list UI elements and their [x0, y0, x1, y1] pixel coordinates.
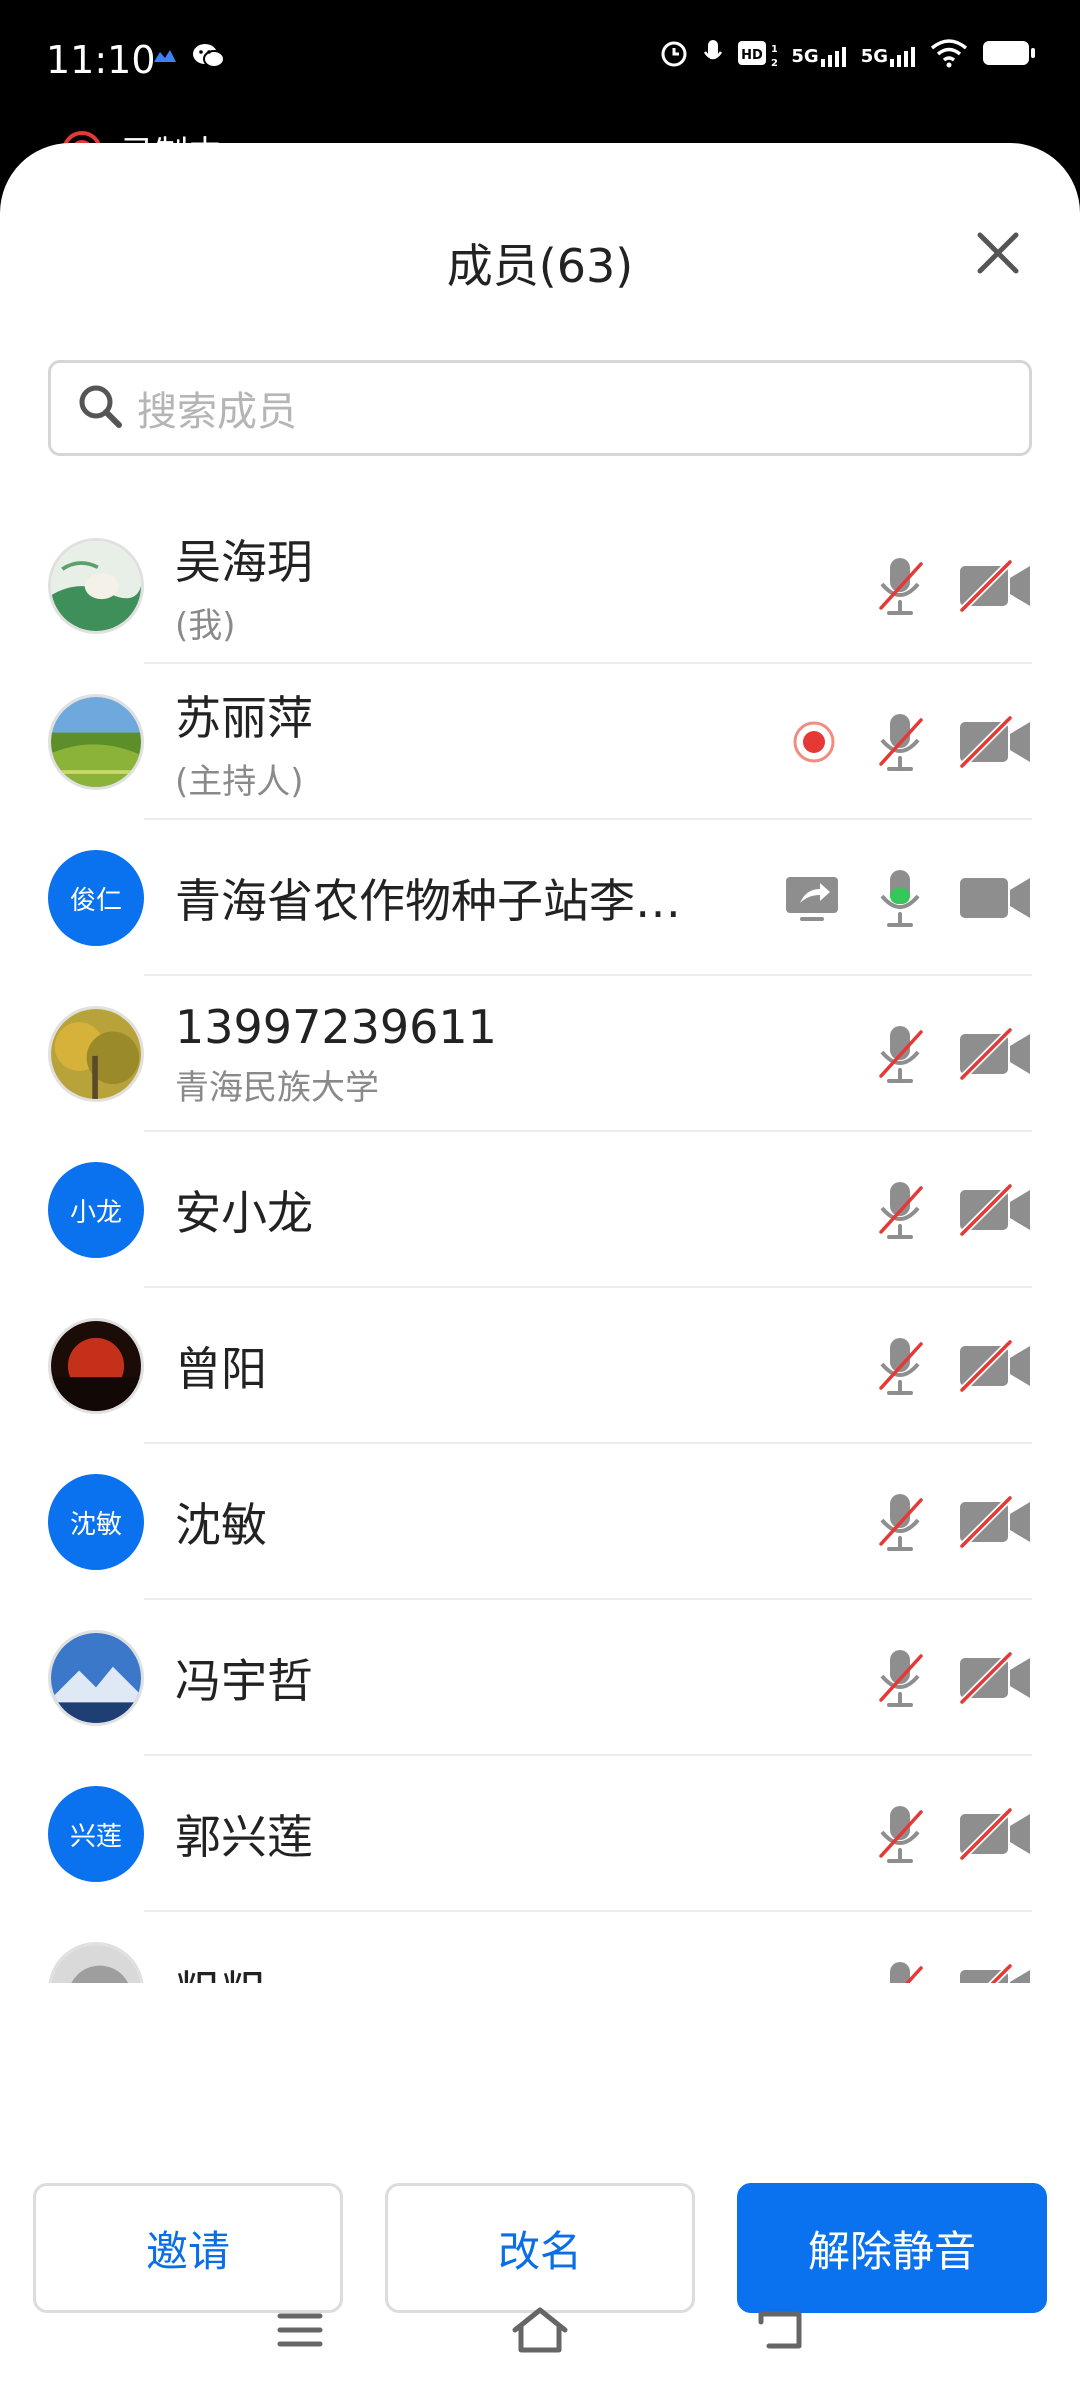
camera-off-icon[interactable]: [958, 1022, 1032, 1086]
hd-icon: HD 1 2: [737, 38, 778, 74]
camera-off-icon[interactable]: [958, 1802, 1032, 1866]
avatar: 俊仁: [48, 850, 144, 946]
mic-status-icon: [703, 38, 723, 74]
mic-icon[interactable]: [872, 866, 928, 930]
member-name: 郭兴莲: [175, 1810, 313, 1864]
camera-off-icon[interactable]: [958, 1178, 1032, 1242]
close-button[interactable]: [966, 221, 1030, 285]
member-row[interactable]: 吴海玥 (我): [0, 508, 1080, 664]
member-row[interactable]: 兴莲 郭兴莲: [0, 1756, 1080, 1912]
avatar: 小龙: [48, 1162, 144, 1258]
member-subtitle: (主持人): [175, 761, 304, 802]
avatar: [48, 1942, 144, 1983]
member-name: 吴海玥: [175, 534, 313, 589]
home-icon: [512, 2307, 568, 2353]
member-name: 沈敏: [175, 1498, 267, 1552]
sheet-title: 成员(63): [446, 239, 634, 293]
camera-off-icon[interactable]: [958, 710, 1032, 774]
wifi-icon: [930, 38, 968, 74]
member-subtitle: 青海民族大学: [175, 1067, 379, 1108]
navigation-bar: [0, 2290, 1080, 2380]
menu-nav-button[interactable]: [270, 2300, 330, 2360]
search-input[interactable]: 搜索成员: [48, 360, 1032, 456]
member-row[interactable]: 13997239611 青海民族大学: [0, 976, 1080, 1132]
camera-off-icon[interactable]: [958, 1646, 1032, 1710]
member-subtitle: (我): [175, 605, 236, 646]
mic-muted-icon[interactable]: [872, 1646, 928, 1710]
member-name: 13997239611: [175, 999, 497, 1054]
member-list[interactable]: 吴海玥 (我) 苏丽萍 (主持人) 俊仁 青海省农作物种子站李… 13997239611 青海…: [0, 508, 1080, 1983]
member-name: 粗粗: [175, 1957, 267, 1983]
search-icon: [77, 383, 123, 433]
avatar: 沈敏: [48, 1474, 144, 1570]
wechat-icon: [192, 42, 226, 74]
screen-share-icon: [782, 866, 842, 930]
member-row[interactable]: 曾阳: [0, 1288, 1080, 1444]
home-nav-button[interactable]: [510, 2300, 570, 2360]
member-row[interactable]: 苏丽萍 (主持人): [0, 664, 1080, 820]
member-row[interactable]: 冯宇哲: [0, 1600, 1080, 1756]
mic-muted-icon[interactable]: [872, 1802, 928, 1866]
avatar: [48, 1006, 144, 1102]
camera-off-icon[interactable]: [958, 554, 1032, 618]
mic-muted-icon[interactable]: [872, 1178, 928, 1242]
member-name: 冯宇哲: [175, 1654, 313, 1708]
camera-off-icon[interactable]: [958, 1490, 1032, 1554]
alarm-icon: [659, 38, 689, 74]
avatar: [48, 1630, 144, 1726]
member-row[interactable]: 俊仁 青海省农作物种子站李…: [0, 820, 1080, 976]
member-row[interactable]: 粗粗: [0, 1912, 1080, 1983]
close-icon: [977, 232, 1019, 274]
avatar: [48, 538, 144, 634]
members-sheet: 成员(63) 搜索成员 吴海玥 (我) 苏丽萍 (主持人) 俊仁 青海省农作物种子站李… 1…: [0, 143, 1080, 2400]
recording-icon: [786, 710, 842, 774]
camera-icon[interactable]: [958, 866, 1032, 930]
svg-text:HD: HD: [742, 48, 764, 63]
back-nav-button[interactable]: [750, 2300, 810, 2360]
menu-icon: [277, 2313, 323, 2347]
member-name: 苏丽萍: [175, 690, 313, 745]
signal-5g-icon-1: 5G: [791, 45, 846, 67]
status-bar: 11:10 HD 1 2 5G 5G: [0, 0, 1080, 174]
member-row[interactable]: 小龙 安小龙: [0, 1132, 1080, 1288]
avatar: 兴莲: [48, 1786, 144, 1882]
member-name: 青海省农作物种子站李…: [175, 874, 681, 928]
mic-muted-icon[interactable]: [872, 1958, 928, 1983]
avatar: [48, 694, 144, 790]
member-name: 安小龙: [175, 1186, 313, 1240]
mic-muted-icon[interactable]: [872, 554, 928, 618]
app-notification-icon: [152, 46, 178, 70]
avatar: [48, 1318, 144, 1414]
svg-text:1: 1: [771, 44, 777, 55]
member-name: 曾阳: [175, 1342, 267, 1396]
mic-muted-icon[interactable]: [872, 1334, 928, 1398]
camera-off-icon[interactable]: [958, 1334, 1032, 1398]
member-row[interactable]: 沈敏 沈敏: [0, 1444, 1080, 1600]
mic-muted-icon[interactable]: [872, 1022, 928, 1086]
signal-5g-icon-2: 5G: [861, 45, 916, 67]
camera-off-icon[interactable]: [958, 1958, 1032, 1983]
svg-text:2: 2: [771, 58, 777, 68]
search-placeholder: 搜索成员: [137, 389, 297, 435]
status-time: 11:10: [46, 38, 156, 82]
back-icon: [758, 2311, 802, 2349]
mic-muted-icon[interactable]: [872, 710, 928, 774]
battery-icon: [982, 39, 1036, 73]
mic-muted-icon[interactable]: [872, 1490, 928, 1554]
